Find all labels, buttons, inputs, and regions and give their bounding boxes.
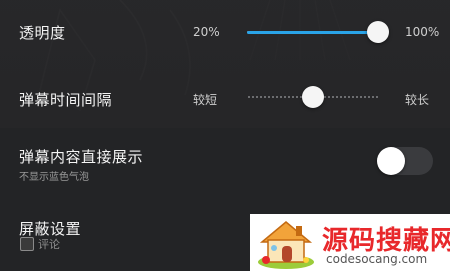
opacity-row: 透明度 20% 100%	[0, 0, 450, 64]
duration-slider[interactable]	[248, 86, 378, 108]
direct-show-sublabel: 不显示蓝色气泡	[19, 172, 89, 183]
block-comment-checkbox[interactable]	[20, 237, 34, 251]
house-icon	[258, 221, 314, 269]
opacity-label: 透明度	[19, 24, 66, 42]
duration-min-label: 较短	[193, 93, 218, 107]
opacity-slider-fill	[247, 30, 378, 34]
direct-show-toggle[interactable]	[377, 147, 433, 175]
opacity-slider-thumb[interactable]	[367, 21, 389, 43]
duration-label: 弹幕时间间隔	[19, 91, 113, 109]
opacity-max-label: 100%	[405, 25, 440, 39]
duration-row: 弹幕时间间隔 较短 较长	[0, 64, 450, 128]
opacity-slider[interactable]	[247, 21, 389, 43]
duration-max-label: 较长	[405, 93, 430, 107]
watermark-url: codesocang.com	[326, 252, 428, 266]
watermark-logo: 源码搜藏网 codesocang.com	[250, 214, 450, 271]
duration-slider-thumb[interactable]	[302, 86, 324, 108]
opacity-min-label: 20%	[193, 25, 220, 39]
direct-show-toggle-knob	[377, 147, 405, 175]
block-comment-label: 评论	[38, 238, 60, 251]
direct-show-label: 弹幕内容直接展示	[19, 148, 144, 166]
direct-show-row: 弹幕内容直接展示 不显示蓝色气泡	[0, 128, 450, 198]
